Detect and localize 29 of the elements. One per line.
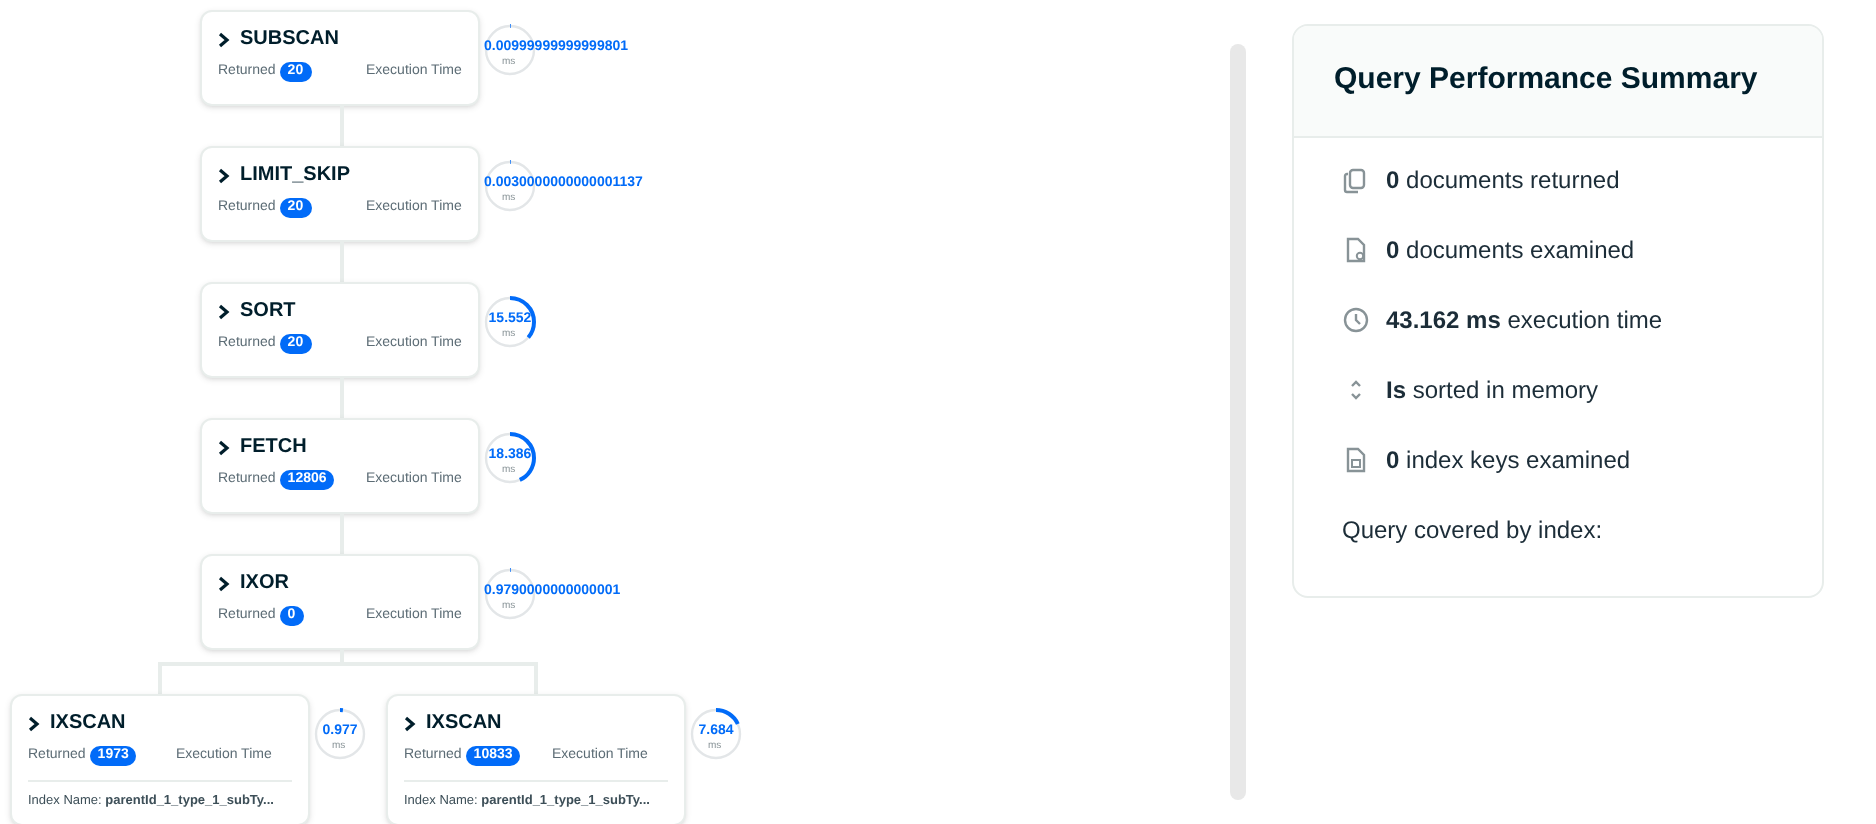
time-gauge (482, 430, 538, 486)
copy-icon (1342, 165, 1370, 193)
clock-icon (1342, 305, 1370, 333)
chevron-icon[interactable] (218, 31, 230, 47)
stage-name: SORT (240, 298, 296, 326)
chevron-icon[interactable] (28, 715, 40, 731)
covered-label: Query covered by index: (1342, 513, 1605, 547)
summary-stat: 0 documents returned (1386, 163, 1620, 197)
time-gauge (688, 706, 744, 762)
stage-name: LIMIT_SKIP (240, 162, 351, 190)
summary-stat: 0 documents examined (1386, 233, 1635, 267)
chevron-icon[interactable] (218, 167, 230, 183)
summary-stat: 43.162 ms execution time (1386, 303, 1663, 337)
stage-name: IXOR (240, 570, 289, 598)
document-search-icon (1342, 235, 1370, 263)
document-icon (1342, 445, 1370, 473)
stage-name: FETCH (240, 434, 307, 462)
time-gauge (482, 294, 538, 350)
chevron-icon[interactable] (218, 303, 230, 319)
chevron-icon[interactable] (218, 439, 230, 455)
summary-stat: 0 index keys examined (1386, 443, 1631, 477)
chevron-icon[interactable] (218, 575, 230, 591)
time-gauge (312, 706, 368, 762)
stage-name: IXSCAN (426, 710, 502, 738)
summary-stat: Is sorted in memory (1386, 373, 1599, 407)
stage-name: SUBSCAN (240, 26, 339, 54)
chevron-icon[interactable] (404, 715, 416, 731)
summary-title: Query Performance Summary (1334, 60, 1760, 100)
stage-name: IXSCAN (50, 710, 126, 738)
